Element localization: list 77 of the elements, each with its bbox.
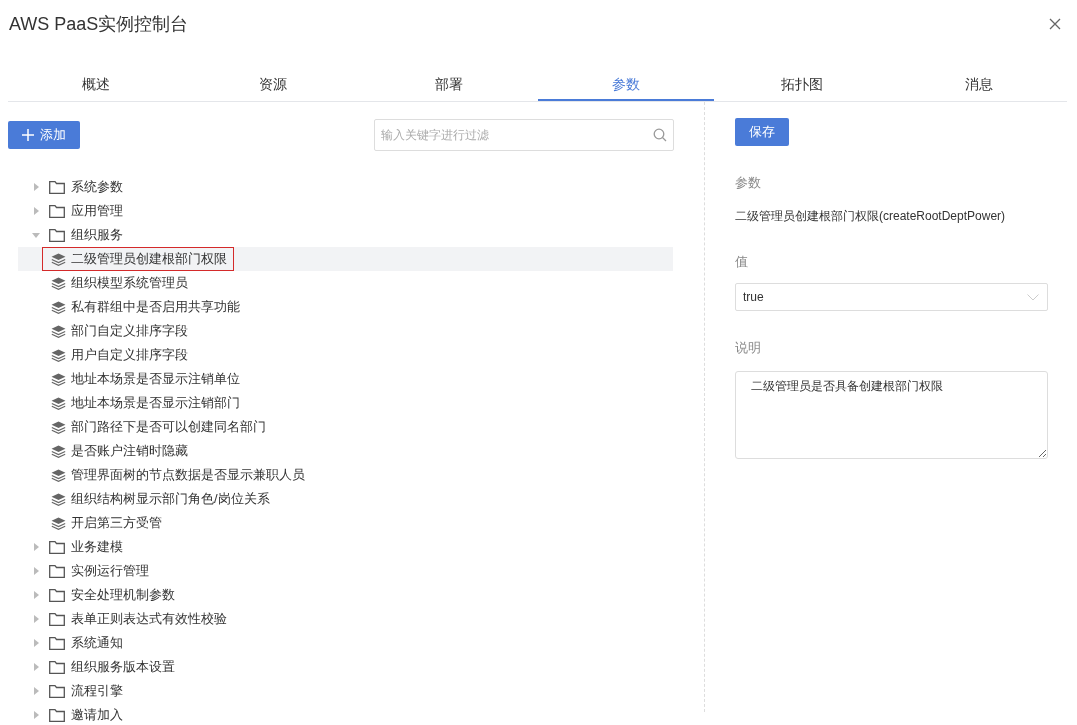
folder-icon [49, 612, 65, 626]
folder-icon [49, 660, 65, 674]
tree-item[interactable]: 二级管理员创建根部门权限 [18, 247, 673, 271]
caret-icon[interactable] [32, 543, 40, 551]
tree-item[interactable]: 地址本场景是否显示注销单位 [18, 367, 673, 391]
caret-icon[interactable] [32, 207, 40, 215]
caret-icon[interactable] [32, 567, 40, 575]
folder-icon [49, 540, 65, 554]
filter-field[interactable]: 输入关键字进行过滤 [374, 119, 674, 151]
parameter-name: 二级管理员创建根部门权限(createRootDeptPower) [735, 208, 1006, 225]
tab[interactable]: 部署 [361, 70, 538, 101]
folder-icon [49, 588, 65, 602]
folder-icon [49, 684, 65, 698]
tree-folder[interactable]: 业务建模 [71, 538, 123, 556]
tree-folder[interactable]: 应用管理 [71, 202, 123, 220]
tree-folder[interactable]: 邀请加入 [71, 706, 123, 724]
chevron-down-icon [1027, 293, 1039, 301]
tree-item[interactable]: 用户自定义排序字段 [18, 343, 673, 367]
tree-item[interactable]: 地址本场景是否显示注销部门 [18, 391, 673, 415]
layers-icon [51, 492, 66, 506]
caret-icon[interactable] [32, 231, 40, 239]
field-label: 说明 [735, 339, 761, 357]
add-button[interactable]: 添加 [8, 121, 80, 149]
plus-icon [22, 129, 34, 141]
tab[interactable]: 概述 [8, 70, 185, 101]
tree-folder[interactable]: 系统参数 [71, 178, 123, 196]
layers-icon [51, 396, 66, 410]
layers-icon [51, 372, 66, 386]
tree-item[interactable]: 部门自定义排序字段 [18, 319, 673, 343]
layers-icon [51, 252, 66, 266]
tree-item[interactable]: 是否账户注销时隐藏 [18, 439, 673, 463]
tab[interactable]: 参数 [537, 70, 714, 101]
tree-folder[interactable]: 系统通知 [71, 634, 123, 652]
caret-icon[interactable] [32, 639, 40, 647]
folder-icon [49, 636, 65, 650]
layers-icon [51, 516, 66, 530]
search-icon [653, 128, 667, 142]
tree-folder[interactable]: 表单正则表达式有效性校验 [71, 610, 227, 628]
tab[interactable]: 资源 [184, 70, 361, 101]
caret-icon[interactable] [32, 663, 40, 671]
caret-icon[interactable] [32, 687, 40, 695]
folder-icon [49, 204, 65, 218]
tree-folder[interactable]: 实例运行管理 [71, 562, 149, 580]
tree-item[interactable]: 私有群组中是否启用共享功能 [18, 295, 673, 319]
value-dropdown[interactable]: true [735, 283, 1048, 311]
folder-icon [49, 708, 65, 722]
tree-folder[interactable]: 组织服务 [71, 226, 123, 244]
caret-icon[interactable] [32, 711, 40, 719]
caret-icon[interactable] [32, 615, 40, 623]
tree-item[interactable]: 管理界面树的节点数据是否显示兼职人员 [18, 463, 673, 487]
folder-icon [49, 180, 65, 194]
layers-icon [51, 444, 66, 458]
tree-item[interactable]: 组织模型系统管理员 [18, 271, 673, 295]
tree-item[interactable]: 开启第三方受管 [18, 511, 673, 535]
tree-folder[interactable]: 流程引擎 [71, 682, 123, 700]
layers-icon [51, 468, 66, 482]
save-button[interactable]: 保存 [735, 118, 789, 146]
tree-folder[interactable]: 安全处理机制参数 [71, 586, 175, 604]
caret-icon[interactable] [32, 183, 40, 191]
close-icon[interactable] [1049, 18, 1061, 30]
tree-item[interactable]: 组织结构树显示部门角色/岗位关系 [18, 487, 673, 511]
caret-icon[interactable] [32, 591, 40, 599]
folder-icon [49, 228, 65, 242]
tab[interactable]: 消息 [890, 70, 1067, 101]
layers-icon [51, 420, 66, 434]
layers-icon [51, 348, 66, 362]
layers-icon [51, 276, 66, 290]
tree-item[interactable]: 部门路径下是否可以创建同名部门 [18, 415, 673, 439]
tab[interactable]: 拓扑图 [714, 70, 891, 101]
tree-folder[interactable]: 组织服务版本设置 [71, 658, 175, 676]
window-title: AWS PaaS实例控制台 [9, 13, 189, 36]
field-label: 值 [735, 253, 748, 271]
description-field[interactable]: 二级管理员是否具备创建根部门权限 [735, 371, 1048, 459]
field-label: 参数 [735, 174, 761, 192]
layers-icon [51, 300, 66, 314]
folder-icon [49, 564, 65, 578]
layers-icon [51, 324, 66, 338]
